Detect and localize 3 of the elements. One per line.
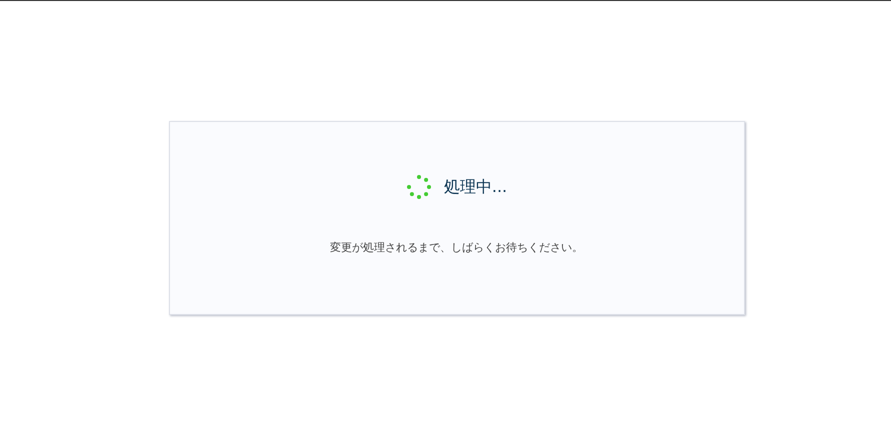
wait-message: 変更が処理されるまで、しばらくお待ちください。 — [330, 240, 583, 255]
spinner-icon — [406, 174, 432, 200]
processing-title: 処理中... — [444, 176, 508, 198]
